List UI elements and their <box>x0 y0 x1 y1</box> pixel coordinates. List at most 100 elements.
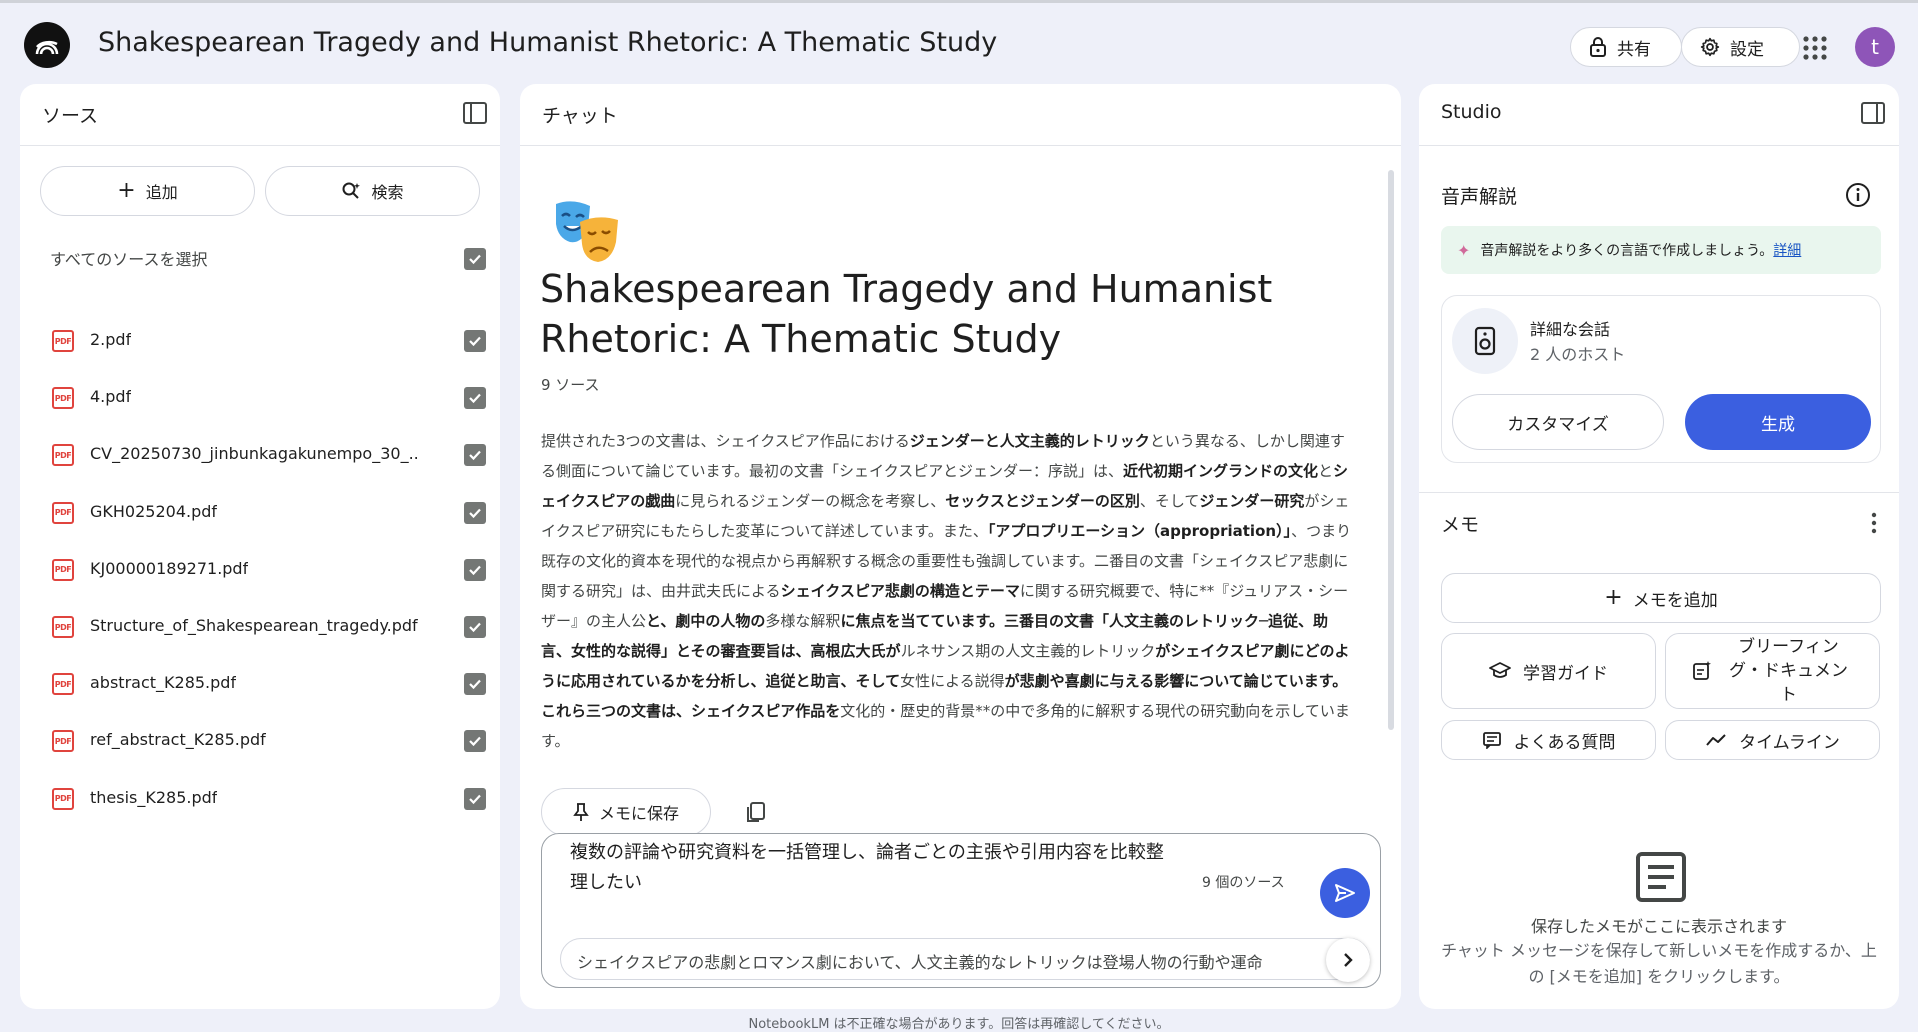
source-item[interactable]: PDF abstract_K285.pdf <box>52 670 486 700</box>
source-checkbox[interactable] <box>464 673 486 696</box>
source-checkbox[interactable] <box>464 558 486 581</box>
share-label: 共有 <box>1617 39 1651 60</box>
source-name: 4.pdf <box>90 387 132 407</box>
collapse-studio-icon[interactable] <box>1860 100 1886 126</box>
source-checkbox[interactable] <box>464 787 486 810</box>
source-checkbox[interactable] <box>464 387 486 410</box>
collapse-panel-icon[interactable] <box>462 100 488 126</box>
source-item[interactable]: PDF ref_abstract_K285.pdf <box>52 727 486 757</box>
faq-icon <box>1482 732 1501 749</box>
source-checkbox[interactable] <box>464 730 486 753</box>
select-all-label: すべてのソースを選択 <box>50 250 208 269</box>
source-name: ref_abstract_K285.pdf <box>90 730 266 750</box>
chat-scrollbar[interactable] <box>1388 170 1394 730</box>
save-to-memo-button[interactable]: メモに保存 <box>541 788 711 836</box>
empty-notes-description: チャット メッセージを保存して新しいメモを作成するか、上の [メモを追加] をク… <box>1441 941 1877 986</box>
audio-languages-banner: ✦ 音声解説をより多くの言語で作成しましょう。詳細 <box>1441 226 1881 274</box>
chat-input[interactable]: 複数の評論や研究資料を一括管理し、論者ごとの主張や引用内容を比較整理したい <box>570 838 1180 898</box>
study-guide-button[interactable]: 学習ガイド <box>1441 633 1656 709</box>
chat-composer[interactable]: 複数の評論や研究資料を一括管理し、論者ごとの主張や引用内容を比較整理したい 9 … <box>541 833 1381 988</box>
search-sparkle-icon <box>342 182 361 199</box>
faq-button[interactable]: よくある質問 <box>1441 720 1656 760</box>
summary-segment: 「アプロプリエーション（appropriation）」 <box>987 522 1292 540</box>
avatar[interactable]: t <box>1855 27 1895 67</box>
briefing-doc-label: ブリーフィング・ドキュメント <box>1729 637 1848 705</box>
summary-segment: ルネサンス期の人文主義的レトリック <box>900 642 1156 660</box>
faq-label: よくある質問 <box>1513 732 1616 753</box>
send-icon <box>1335 884 1355 902</box>
suggested-question-text: シェイクスピアの悲劇とロマンス劇において、人文主義的なレトリックは登場人物の行動… <box>577 953 1263 972</box>
source-item[interactable]: PDF thesis_K285.pdf <box>52 785 486 815</box>
chat-panel-header: チャット <box>520 84 1401 146</box>
speaker-icon <box>1452 308 1518 374</box>
empty-notes-title: 保存したメモがここに表示されます <box>1530 917 1787 936</box>
audio-overview-heading: 音声解説 <box>1441 186 1518 208</box>
info-icon[interactable] <box>1845 182 1871 208</box>
source-name: thesis_K285.pdf <box>90 787 218 807</box>
banner-text: 音声解説をより多くの言語で作成しましょう。 <box>1480 243 1774 259</box>
source-checkbox[interactable] <box>464 330 486 352</box>
more-vert-icon[interactable] <box>1866 510 1882 536</box>
copy-icon[interactable] <box>744 800 768 824</box>
summary-segment: 近代初期イングランドの文化 <box>1123 462 1319 480</box>
pdf-file-icon: PDF <box>52 730 74 753</box>
apps-grid-icon[interactable] <box>1800 33 1830 63</box>
sources-panel-header: ソース <box>20 84 500 146</box>
source-item[interactable]: PDF Structure_of_Shakespearean_tragedy.pd… <box>52 613 486 643</box>
audio-format-title: 詳細な会話 <box>1530 320 1611 339</box>
search-source-label: 検索 <box>371 183 404 202</box>
source-item[interactable]: PDF CV_20250730_jinbunkagakunempo_30_... <box>52 441 486 471</box>
source-name: Structure_of_Shakespearean_tragedy.pdf <box>90 616 418 635</box>
source-checkbox[interactable] <box>464 616 486 638</box>
lock-icon <box>1590 37 1606 57</box>
source-item[interactable]: PDF 4.pdf <box>52 384 486 414</box>
add-source-button[interactable]: + 追加 <box>40 166 255 216</box>
studio-divider <box>1419 492 1899 493</box>
suggested-question-chip[interactable]: シェイクスピアの悲劇とロマンス劇において、人文主義的なレトリックは登場人物の行動… <box>560 938 1370 980</box>
notebook-summary: 提供された3つの文書は、シェイクスピア作品におけるジェンダーと人文主義的レトリッ… <box>541 426 1356 756</box>
audio-overview-card: 詳細な会話 2 人のホスト カスタマイズ 生成 <box>1441 295 1881 463</box>
pdf-file-icon: PDF <box>52 787 74 810</box>
timeline-label: タイムライン <box>1739 732 1840 753</box>
source-item[interactable]: PDF GKH025204.pdf <box>52 499 486 529</box>
timeline-button[interactable]: タイムライン <box>1665 720 1880 760</box>
source-item[interactable]: PDF KJ00000189271.pdf <box>52 556 486 586</box>
source-checkbox[interactable] <box>464 444 486 467</box>
briefing-doc-button[interactable]: ブリーフィング・ドキュメント <box>1665 633 1880 709</box>
source-name: GKH025204.pdf <box>90 501 218 521</box>
banner-details-link[interactable]: 詳細 <box>1773 243 1801 259</box>
summary-segment: と、劇中の人物の <box>646 612 766 630</box>
study-guide-label: 学習ガイド <box>1523 663 1608 684</box>
send-button[interactable] <box>1320 868 1370 918</box>
add-memo-label: メモを追加 <box>1632 590 1718 611</box>
generate-button[interactable]: 生成 <box>1685 394 1871 450</box>
pin-icon <box>573 803 589 821</box>
source-name: CV_20250730_jinbunkagakunempo_30_... <box>90 444 420 464</box>
source-name: abstract_K285.pdf <box>90 673 237 693</box>
pdf-file-icon: PDF <box>52 558 74 581</box>
add-source-label: 追加 <box>145 183 178 202</box>
party-popper-icon: ✦ <box>1457 240 1471 260</box>
settings-button[interactable]: 設定 <box>1681 27 1800 67</box>
share-button[interactable]: 共有 <box>1570 27 1682 67</box>
notebooklm-logo-icon[interactable] <box>24 22 70 68</box>
studio-title: Studio <box>1441 101 1502 123</box>
pdf-file-icon: PDF <box>52 387 74 410</box>
chevron-right-icon <box>1344 953 1353 967</box>
composer-source-count: 9 個のソース <box>1202 875 1285 891</box>
source-name: 2.pdf <box>90 330 132 349</box>
select-all-checkbox[interactable] <box>464 248 486 270</box>
search-source-button[interactable]: 検索 <box>265 166 480 216</box>
summary-segment: ジェンダーと人文主義的レトリック <box>909 432 1150 450</box>
next-suggestion-button[interactable] <box>1326 938 1370 982</box>
add-memo-button[interactable]: + メモを追加 <box>1441 573 1881 623</box>
theater-masks-icon <box>556 201 618 262</box>
summary-segment: 女性による説得 <box>900 672 1005 690</box>
notebook-title[interactable]: Shakespearean Tragedy and Humanist Rheto… <box>98 27 997 58</box>
source-item[interactable]: PDF 2.pdf <box>52 327 486 357</box>
source-name: KJ00000189271.pdf <box>90 558 249 578</box>
summary-segment: と <box>1318 462 1334 480</box>
source-checkbox[interactable] <box>464 501 486 524</box>
customize-button[interactable]: カスタマイズ <box>1452 394 1664 450</box>
settings-label: 設定 <box>1730 39 1764 60</box>
